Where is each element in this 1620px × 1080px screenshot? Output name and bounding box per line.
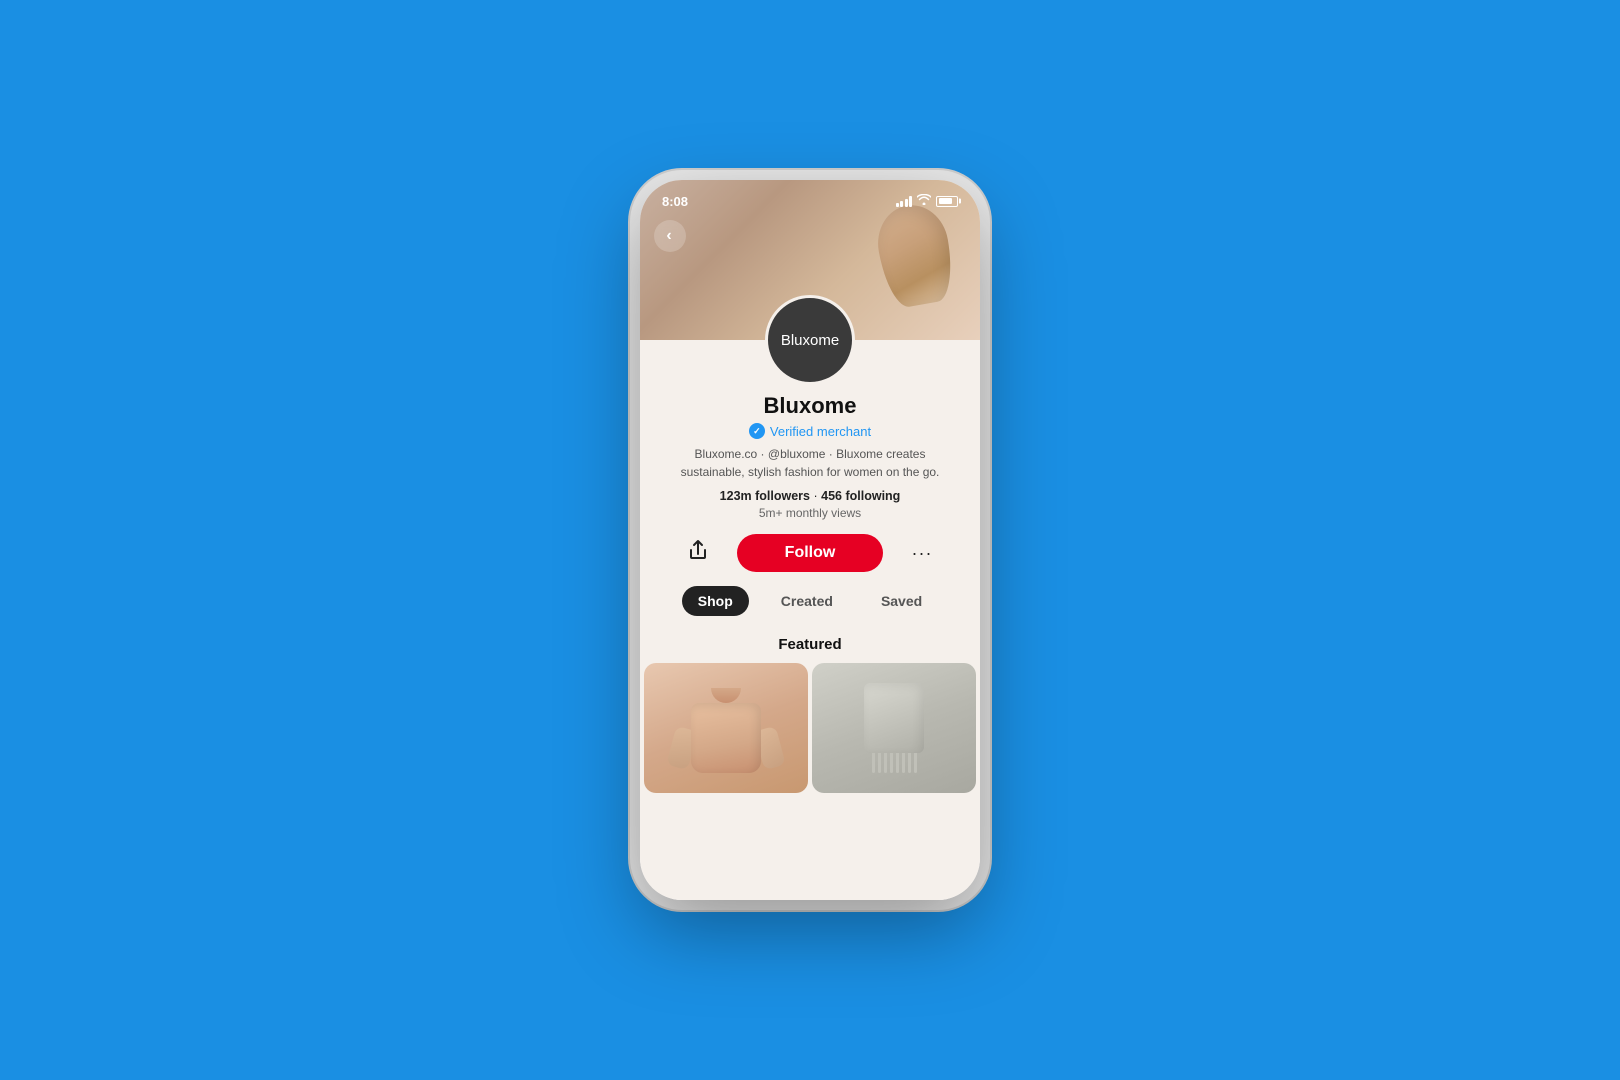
tab-created[interactable]: Created (765, 586, 849, 616)
status-time: 8:08 (662, 194, 688, 209)
followers-count: 123m followers (720, 489, 810, 503)
wifi-icon (917, 194, 931, 208)
stats-separator: · (813, 489, 817, 503)
scarf-decoration (870, 195, 960, 325)
featured-item-blanket[interactable] (812, 663, 976, 793)
featured-section: Featured (640, 628, 980, 900)
tab-shop[interactable]: Shop (682, 586, 749, 616)
verified-icon: ✓ (749, 423, 765, 439)
signal-icon (896, 196, 913, 207)
sweater-decoration (686, 683, 766, 773)
action-row: Follow ··· (640, 534, 980, 572)
status-icons (896, 194, 959, 208)
tabs-row: Shop Created Saved (682, 586, 938, 628)
featured-grid (640, 663, 980, 793)
share-icon (688, 539, 708, 567)
back-button[interactable]: ‹ (654, 220, 686, 252)
verified-text: Verified merchant (770, 424, 871, 439)
featured-title: Featured (640, 628, 980, 663)
phone-content: ‹ Bluxome Bluxome ✓ Verified merchant Bl… (640, 180, 980, 900)
following-count: 456 following (821, 489, 900, 503)
profile-name: Bluxome (764, 393, 857, 419)
verified-badge: ✓ Verified merchant (749, 423, 871, 439)
profile-section: Bluxome Bluxome ✓ Verified merchant Blux… (640, 340, 980, 628)
share-button[interactable] (680, 535, 716, 571)
battery-icon (936, 196, 958, 207)
blanket-decoration (859, 683, 929, 773)
featured-item-sweater[interactable] (644, 663, 808, 793)
profile-views: 5m+ monthly views (759, 506, 861, 520)
more-button[interactable]: ··· (904, 535, 940, 571)
back-chevron-icon: ‹ (666, 228, 671, 244)
status-bar: 8:08 (640, 180, 980, 212)
profile-stats: 123m followers · 456 following (720, 489, 901, 503)
avatar-container: Bluxome (765, 295, 855, 385)
tab-saved[interactable]: Saved (865, 586, 938, 616)
profile-bio: Bluxome.co · @bluxome · Bluxome creates … (640, 439, 980, 481)
avatar-text: Bluxome (781, 332, 839, 349)
phone-frame: 8:08 (640, 180, 980, 900)
avatar: Bluxome (765, 295, 855, 385)
follow-button[interactable]: Follow (737, 534, 884, 572)
